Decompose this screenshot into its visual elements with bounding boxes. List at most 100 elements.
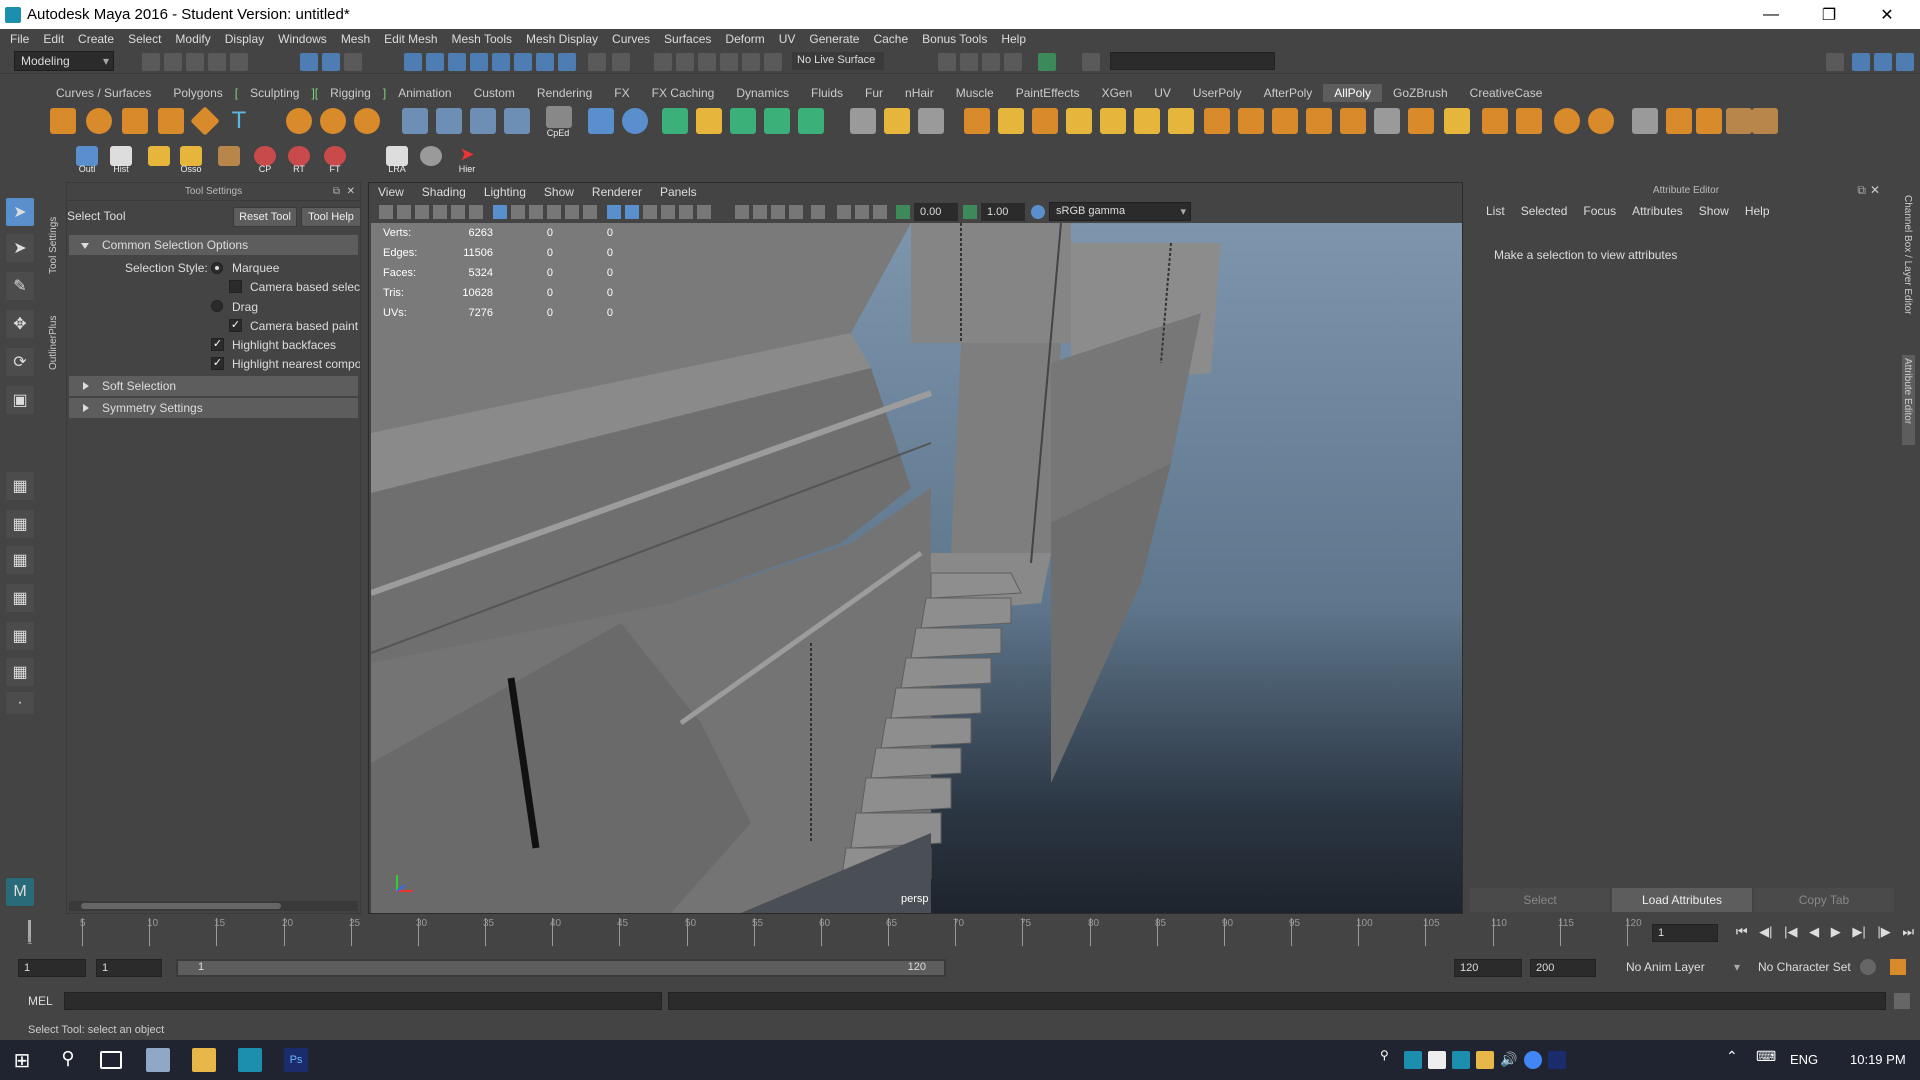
- safe-action-icon[interactable]: [583, 205, 597, 219]
- connect-icon[interactable]: [504, 108, 530, 134]
- tray-keyboard-icon[interactable]: ⌨: [1756, 1048, 1776, 1072]
- sidebar-toggle-icon[interactable]: [1082, 53, 1100, 71]
- select-component-icon[interactable]: [344, 53, 362, 71]
- ae-menu-selected[interactable]: Selected: [1513, 204, 1576, 218]
- persp-dope-layout-icon[interactable]: ▦: [6, 622, 34, 650]
- start-icon[interactable]: ⊞: [10, 1048, 34, 1072]
- gamma-field[interactable]: 1.00: [981, 203, 1025, 221]
- render-globals-icon[interactable]: [1004, 53, 1022, 71]
- symmetry-settings-frame[interactable]: Symmetry Settings: [69, 398, 358, 418]
- marquee-radio[interactable]: [211, 262, 223, 274]
- anim-layer-dropdown[interactable]: No Anim Layer: [1620, 958, 1744, 978]
- select-tool-icon[interactable]: ➤: [6, 198, 34, 226]
- sculpt-relax-icon[interactable]: [320, 108, 346, 134]
- poly-text-icon[interactable]: T: [226, 108, 252, 134]
- shelf-tab-curves-surfaces[interactable]: Curves / Surfaces: [40, 84, 162, 102]
- menu-deform[interactable]: Deform: [718, 32, 771, 46]
- ipr-render-icon[interactable]: [676, 53, 694, 71]
- reduce-icon[interactable]: [1032, 108, 1058, 134]
- time-slider[interactable]: 1 5 10 15 20 25 30 35 40 45 50 55 60 65 …: [20, 918, 1660, 948]
- extrude-icon[interactable]: [662, 108, 688, 134]
- play-forward-icon[interactable]: ▶: [1831, 924, 1841, 942]
- live-surface-field[interactable]: No Live Surface: [792, 52, 884, 70]
- uv-layout-icon[interactable]: [1374, 108, 1400, 134]
- history-icon[interactable]: [110, 146, 132, 166]
- preferences-icon[interactable]: [1890, 959, 1906, 975]
- isolate-select-icon[interactable]: [789, 205, 803, 219]
- exposure-field[interactable]: 0.00: [914, 203, 958, 221]
- vp-menu-renderer[interactable]: Renderer: [583, 183, 651, 201]
- snap-surface-icon[interactable]: [492, 53, 510, 71]
- auto-key-icon[interactable]: [1860, 959, 1876, 975]
- camera-based-paint-checkbox[interactable]: ✓: [229, 319, 242, 332]
- close-button[interactable]: ✕: [1864, 0, 1910, 29]
- lra-icon[interactable]: [386, 146, 408, 166]
- play-backward-icon[interactable]: ◀: [1809, 924, 1819, 942]
- fill-hole-icon[interactable]: [764, 108, 790, 134]
- tray-maya-icon[interactable]: [1404, 1051, 1422, 1069]
- poly-cube-icon[interactable]: [50, 108, 76, 134]
- menu-curves[interactable]: Curves: [605, 32, 657, 46]
- vp-menu-lighting[interactable]: Lighting: [475, 183, 535, 201]
- drag-radio[interactable]: [211, 300, 223, 312]
- scale-tool-icon[interactable]: ▣: [6, 386, 34, 414]
- ae-menu-show[interactable]: Show: [1691, 204, 1737, 218]
- snap-grid-icon[interactable]: [404, 53, 422, 71]
- pivot-icon[interactable]: [622, 108, 648, 134]
- wireframe-on-shaded-icon[interactable]: [643, 205, 657, 219]
- soft-mod-icon[interactable]: [1632, 108, 1658, 134]
- uv-cylindrical-icon[interactable]: [1238, 108, 1264, 134]
- bridge-icon[interactable]: [730, 108, 756, 134]
- snap-edge-icon[interactable]: [514, 53, 532, 71]
- uv-unfold-icon[interactable]: [1340, 108, 1366, 134]
- camera-select-icon[interactable]: [379, 205, 393, 219]
- vp-menu-panels[interactable]: Panels: [651, 183, 706, 201]
- ae-menu-attributes[interactable]: Attributes: [1624, 204, 1691, 218]
- shelf-tab-painteffects[interactable]: PaintEffects: [1005, 84, 1091, 102]
- lasso-tool-icon[interactable]: ➤: [6, 234, 34, 262]
- quick-search-field[interactable]: [1110, 52, 1275, 70]
- menu-edit-mesh[interactable]: Edit Mesh: [377, 32, 444, 46]
- select-object-icon[interactable]: [322, 53, 340, 71]
- highlight-nearest-checkbox[interactable]: ✓: [211, 357, 224, 370]
- move-tool-icon[interactable]: ✥: [6, 310, 34, 338]
- mirror-icon[interactable]: [918, 108, 944, 134]
- ipr-icon[interactable]: [1038, 53, 1056, 71]
- blend-shape-icon[interactable]: [1726, 108, 1752, 134]
- tray-search-icon[interactable]: ⚲: [1380, 1048, 1394, 1072]
- float-panel-icon[interactable]: ⧉: [1857, 183, 1866, 198]
- triangulate-icon[interactable]: [1066, 108, 1092, 134]
- float-panel-icon[interactable]: ⧉: [333, 183, 340, 201]
- poly-sphere-icon[interactable]: [86, 108, 112, 134]
- clock[interactable]: 10:19 PM: [1850, 1052, 1906, 1067]
- camera-attributes-icon[interactable]: [397, 205, 411, 219]
- task-view-icon[interactable]: [100, 1051, 122, 1069]
- ae-menu-help[interactable]: Help: [1737, 204, 1778, 218]
- step-back-key-icon[interactable]: ◀|: [1759, 924, 1772, 942]
- close-panel-icon[interactable]: ✕: [1870, 183, 1880, 197]
- ae-menu-focus[interactable]: Focus: [1575, 204, 1624, 218]
- soft-selection-frame[interactable]: Soft Selection: [69, 376, 358, 396]
- persp-graph-layout-icon[interactable]: ▦: [6, 546, 34, 574]
- outliner-icon[interactable]: [76, 146, 98, 166]
- mode-dropdown[interactable]: Modeling: [14, 51, 114, 71]
- shelf-tab-nhair[interactable]: nHair: [894, 84, 945, 102]
- menu-windows[interactable]: Windows: [271, 32, 334, 46]
- tray-chrome-icon[interactable]: [1524, 1051, 1542, 1069]
- ae-load-attributes-button[interactable]: Load Attributes: [1612, 888, 1752, 912]
- separate-icon[interactable]: [884, 108, 910, 134]
- maya-taskbar-icon[interactable]: [238, 1048, 262, 1072]
- tool-help-button[interactable]: Tool Help: [301, 207, 361, 227]
- exposure-icon[interactable]: [896, 205, 910, 219]
- step-forward-key-icon[interactable]: |▶: [1877, 924, 1890, 942]
- ae-copy-tab-button[interactable]: Copy Tab: [1754, 888, 1894, 912]
- menu-create[interactable]: Create: [71, 32, 121, 46]
- tray-chevron-up-icon[interactable]: ⌃: [1726, 1048, 1744, 1072]
- image-plane-icon[interactable]: [433, 205, 447, 219]
- outlinerplus-side-tab[interactable]: OutlinerPlus: [48, 290, 59, 370]
- range-slider[interactable]: 1 120: [176, 959, 946, 977]
- menu-bonus-tools[interactable]: Bonus Tools: [915, 32, 994, 46]
- render-region-icon[interactable]: [764, 53, 782, 71]
- shelf-tab-fx[interactable]: FX: [603, 84, 640, 102]
- shelf-tab-muscle[interactable]: Muscle: [945, 84, 1005, 102]
